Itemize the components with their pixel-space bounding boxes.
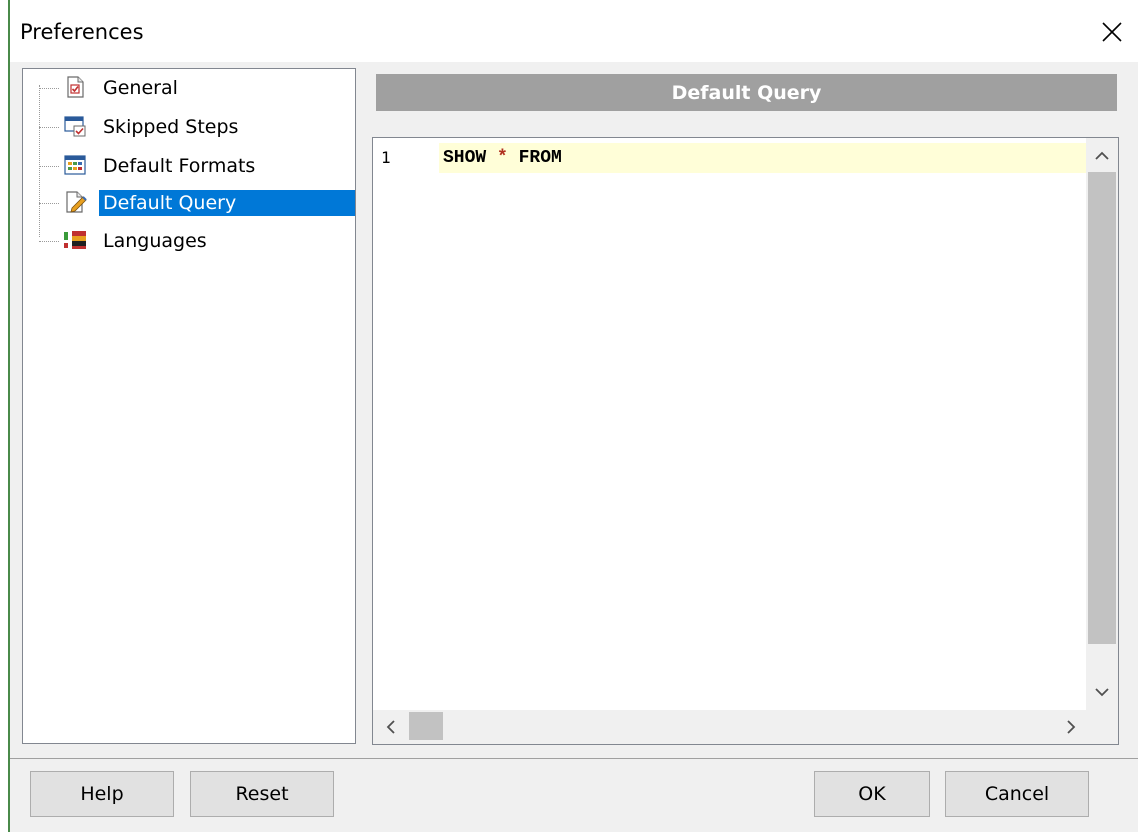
grid-formats-icon	[63, 153, 87, 177]
panel-header: Default Query	[376, 74, 1117, 111]
preferences-tree[interactable]: General Skipped Steps Default Formats De…	[22, 68, 356, 744]
query-editor[interactable]: 1 SHOW * FROM	[372, 137, 1119, 745]
chevron-up-icon	[1095, 151, 1109, 160]
window-title: Preferences	[20, 20, 144, 44]
vertical-scrollbar[interactable]	[1086, 138, 1118, 710]
code-line-current[interactable]: SHOW * FROM	[439, 143, 1087, 173]
tree-item-label: Default Formats	[103, 155, 256, 177]
chevron-right-icon	[1067, 720, 1076, 734]
tree-branch	[39, 241, 59, 242]
reset-button[interactable]: Reset	[190, 771, 334, 817]
edit-query-icon	[63, 190, 87, 214]
code-keyword-show: SHOW	[443, 148, 498, 168]
horizontal-scrollbar[interactable]	[373, 710, 1087, 744]
scroll-right-button[interactable]	[1057, 713, 1085, 741]
code-keyword-from: FROM	[507, 148, 562, 168]
scroll-up-button[interactable]	[1088, 142, 1116, 170]
line-number: 1	[381, 148, 391, 167]
tree-branch	[39, 127, 59, 128]
tree-branch	[39, 203, 59, 204]
preferences-dialog: Preferences General Skipped Steps Defaul…	[0, 0, 1138, 832]
close-button[interactable]	[1092, 12, 1132, 52]
ok-button[interactable]: OK	[814, 771, 930, 817]
line-gutter: 1	[373, 138, 409, 710]
scrollbar-corner	[1086, 710, 1118, 744]
scroll-down-button[interactable]	[1088, 678, 1116, 706]
tree-branch	[39, 88, 59, 89]
tree-item-label: Default Query	[99, 190, 355, 216]
tree-item-label: Languages	[103, 230, 207, 252]
tree-item-general[interactable]: General	[23, 71, 355, 105]
tree-item-default-query[interactable]: Default Query	[23, 186, 355, 220]
tree-item-languages[interactable]: Languages	[23, 224, 355, 258]
skipped-steps-icon	[63, 114, 87, 138]
chevron-left-icon	[386, 720, 395, 734]
code-operator-star: *	[497, 148, 508, 168]
tree-item-skipped-steps[interactable]: Skipped Steps	[23, 110, 355, 144]
tree-item-label: General	[103, 77, 178, 99]
horizontal-scroll-thumb[interactable]	[409, 712, 443, 740]
window-left-edge	[0, 0, 10, 832]
help-button[interactable]: Help	[30, 771, 174, 817]
button-bar-separator	[10, 758, 1138, 759]
close-icon	[1102, 22, 1122, 42]
tree-branch	[39, 166, 59, 167]
chevron-down-icon	[1095, 688, 1109, 697]
flags-languages-icon	[63, 228, 87, 252]
vertical-scroll-thumb[interactable]	[1088, 172, 1116, 644]
tree-item-label: Skipped Steps	[103, 116, 239, 138]
cancel-button[interactable]: Cancel	[945, 771, 1089, 817]
tree-item-default-formats[interactable]: Default Formats	[23, 149, 355, 183]
scroll-left-button[interactable]	[377, 713, 405, 741]
general-page-icon	[63, 75, 87, 99]
title-bar[interactable]: Preferences	[10, 0, 1138, 62]
